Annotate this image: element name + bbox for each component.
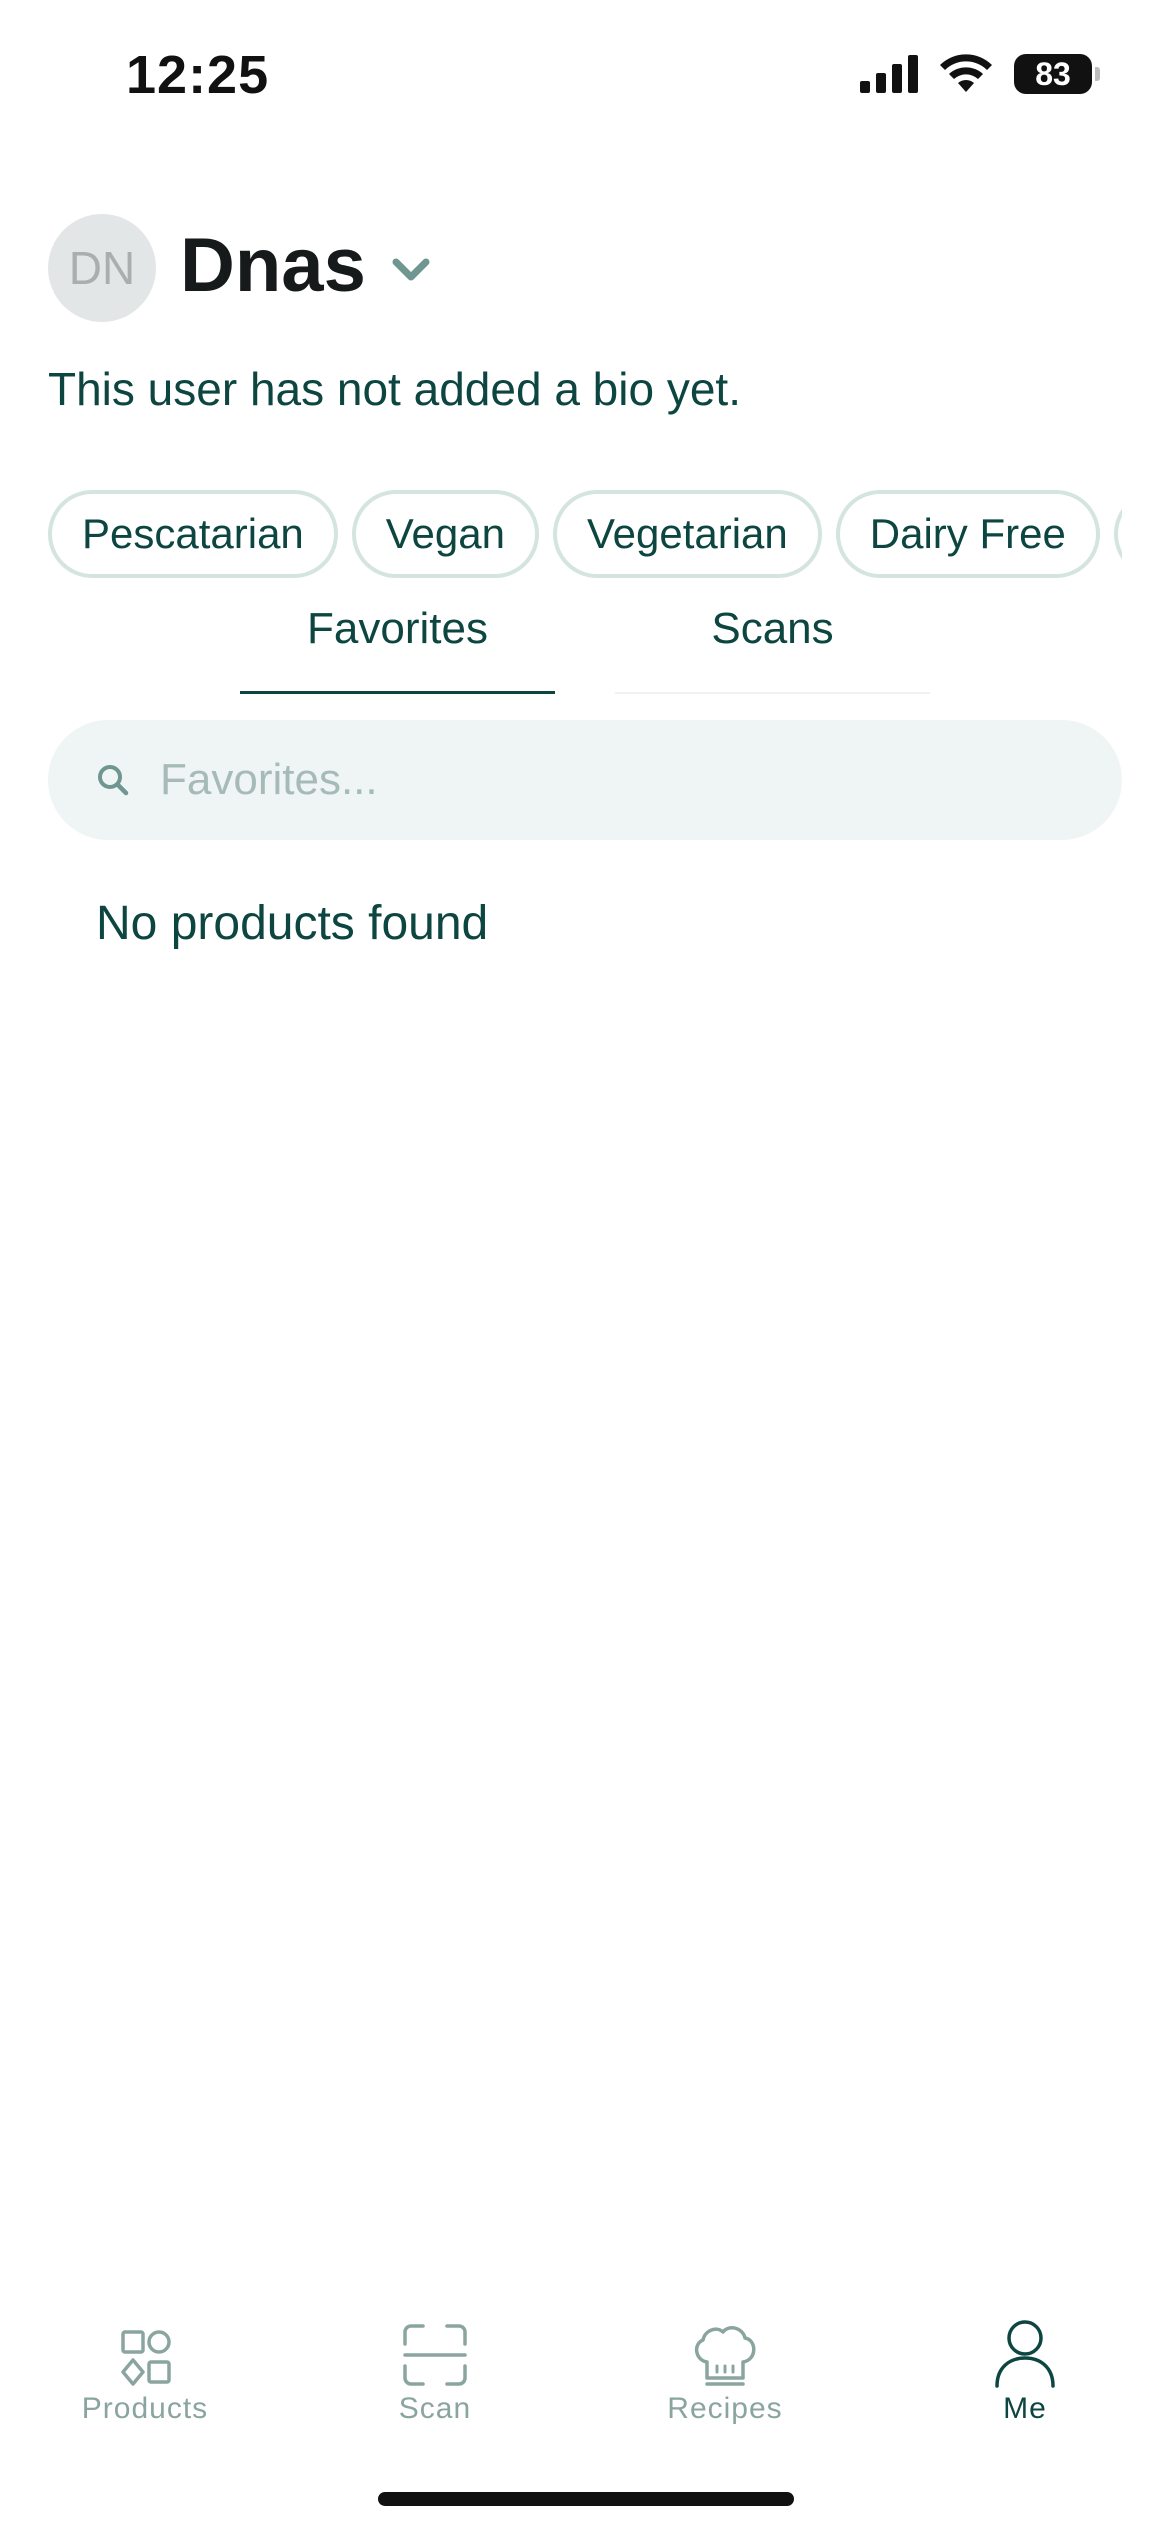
products-icon bbox=[109, 2310, 181, 2388]
nav-products[interactable]: Products bbox=[45, 2310, 245, 2426]
tab-scans[interactable]: Scans bbox=[615, 596, 930, 694]
person-icon bbox=[989, 2310, 1061, 2388]
diet-tag-vegetarian[interactable]: Vegetarian bbox=[552, 490, 822, 578]
wifi-icon bbox=[940, 54, 992, 92]
nav-products-label: Products bbox=[81, 2392, 209, 2425]
avatar[interactable]: DN bbox=[48, 214, 156, 322]
diet-tag-truncated[interactable]: E bbox=[1113, 490, 1122, 578]
cellular-signal-icon bbox=[860, 55, 918, 93]
battery-icon: 83 bbox=[1014, 54, 1100, 94]
chevron-down-icon bbox=[392, 258, 430, 280]
tab-bar: Favorites Scans bbox=[240, 596, 930, 696]
avatar-initials: DN bbox=[68, 242, 136, 294]
empty-state-text: No products found bbox=[96, 897, 489, 950]
tab-favorites[interactable]: Favorites bbox=[240, 596, 555, 694]
status-time: 12:25 bbox=[126, 45, 270, 105]
scan-icon bbox=[399, 2310, 471, 2388]
nav-me-label: Me bbox=[1003, 2392, 1047, 2425]
search-input[interactable] bbox=[158, 754, 1042, 806]
nav-me[interactable]: Me bbox=[925, 2310, 1125, 2426]
chef-hat-icon bbox=[689, 2310, 761, 2388]
diet-tags: Pescatarian Vegan Vegetarian Dairy Free … bbox=[48, 490, 1122, 578]
diet-tag-pescatarian[interactable]: Pescatarian bbox=[48, 490, 338, 578]
diet-tag-vegan[interactable]: Vegan bbox=[351, 490, 539, 578]
status-icons: 83 bbox=[860, 54, 1100, 94]
nav-recipes[interactable]: Recipes bbox=[625, 2310, 825, 2426]
bio-text: This user has not added a bio yet. bbox=[48, 363, 741, 415]
search-icon bbox=[96, 763, 130, 797]
nav-scan[interactable]: Scan bbox=[335, 2310, 535, 2426]
bottom-nav: Products Scan Recipes Me bbox=[0, 2290, 1170, 2450]
battery-cap bbox=[1095, 67, 1100, 81]
account-switcher[interactable]: Dnas bbox=[180, 222, 430, 309]
nav-recipes-label: Recipes bbox=[667, 2392, 783, 2425]
home-indicator bbox=[378, 2492, 794, 2506]
battery-level: 83 bbox=[1035, 55, 1071, 92]
nav-scan-label: Scan bbox=[398, 2392, 472, 2425]
search-bar[interactable] bbox=[48, 720, 1122, 840]
diet-tag-dairy-free[interactable]: Dairy Free bbox=[835, 490, 1100, 578]
username: Dnas bbox=[180, 223, 366, 308]
status-bar: 12:25 83 bbox=[0, 0, 1170, 150]
